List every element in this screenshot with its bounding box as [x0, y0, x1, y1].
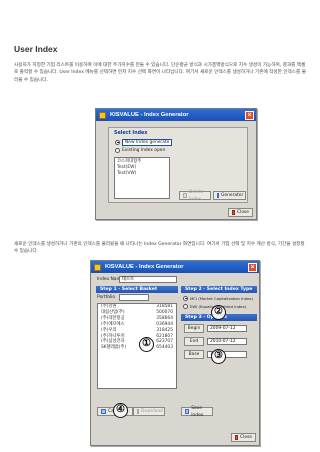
- intro-paragraph: 사용자가 지정한 기업 리스트를 이용하여 이에 대한 주가지수를 만들 수 있…: [14, 63, 306, 83]
- end-label: End: [184, 337, 204, 346]
- step-marker-4: ④: [113, 403, 128, 418]
- radio-new-index[interactable]: New Index generate: [115, 138, 173, 146]
- window-title: KISVALUE - Index Generator: [105, 264, 184, 270]
- radio-existing-index[interactable]: Existing Index open: [115, 147, 165, 153]
- generator-paragraph: 새로운 인덱스를 생성하거나 기존의 인덱스를 불러왔을 때 나타나는 Inde…: [14, 242, 305, 255]
- generate-icon: [217, 193, 219, 198]
- close-icon[interactable]: ×: [245, 110, 254, 120]
- calculate-icon: [101, 409, 106, 414]
- step-marker-3: ③: [211, 349, 226, 364]
- end-date-input[interactable]: 2010-07-12: [207, 338, 247, 345]
- generate-button[interactable]: Generator: [213, 191, 246, 200]
- step-marker-1: ①: [139, 337, 154, 352]
- index-list[interactable]: 코스피대형주 Test(EW) Test(VW): [114, 157, 170, 199]
- radio-label: MCI (Market Capitalization Index): [190, 295, 254, 301]
- radio-mci[interactable]: MCI (Market Capitalization Index): [183, 295, 253, 301]
- radio-selected-icon: [115, 139, 120, 145]
- step1-header: Step 1 - Select Basket: [96, 286, 178, 293]
- save-icon: [185, 409, 190, 414]
- close-icon[interactable]: ×: [248, 262, 257, 272]
- button-label: Close: [237, 210, 249, 215]
- base-label: Base: [184, 350, 204, 359]
- button-label: Delete Index: [188, 189, 204, 202]
- app-icon: [99, 111, 106, 119]
- button-label: Download: [141, 409, 163, 414]
- radio-icon: [115, 147, 120, 153]
- close-icon: [232, 210, 236, 215]
- download-button[interactable]: Download: [133, 407, 165, 416]
- step-marker-2: ②: [211, 305, 226, 320]
- portfolio-select[interactable]: [119, 294, 149, 301]
- radio-label: Existing Index open: [122, 147, 166, 153]
- delete-index-button[interactable]: Delete Index: [179, 189, 211, 202]
- radio-label: New Index generate: [122, 138, 173, 146]
- close-button[interactable]: Close: [231, 433, 256, 442]
- radio-selected-icon: [183, 295, 188, 301]
- delete-icon: [183, 193, 187, 198]
- button-label: Close: [240, 435, 252, 440]
- list-item[interactable]: Test(VW): [117, 171, 167, 177]
- index-select-window: KISVALUE - Index Generator × Select Inde…: [95, 108, 257, 220]
- begin-date-input[interactable]: 2009-07-12: [207, 325, 247, 332]
- button-label: Save Index: [191, 405, 204, 418]
- portfolio-label: Portfolio: [97, 295, 116, 300]
- index-generator-window: KISVALUE - Index Generator × Index Name …: [90, 260, 260, 446]
- window-title: KISVALUE - Index Generator: [110, 112, 189, 118]
- stock-list[interactable]: (주)강원 318581 대림산업(주) 500070 (주)대한항공 358664 …: [97, 303, 177, 389]
- close-icon: [235, 435, 239, 440]
- download-icon: [137, 409, 139, 414]
- begin-label: Begin: [184, 324, 204, 333]
- window-titlebar: KISVALUE - Index Generator ×: [91, 261, 259, 273]
- index-name-input[interactable]: 테스트: [119, 276, 177, 283]
- radio-icon: [183, 303, 188, 309]
- list-item[interactable]: SK텔레콤(주) 654403: [98, 345, 176, 351]
- app-icon: [94, 263, 101, 271]
- page-title: User Index: [14, 44, 58, 54]
- step2-header: Step 2 - Select Index Type: [181, 286, 257, 293]
- window-titlebar: KISVALUE - Index Generator ×: [96, 109, 256, 121]
- select-index-group: Select Index New Index generate Existing…: [108, 127, 248, 203]
- close-button[interactable]: Close: [228, 208, 253, 217]
- save-index-button[interactable]: Save Index: [181, 405, 213, 418]
- group-title: Select Index: [114, 131, 148, 136]
- button-label: Generator: [221, 193, 244, 198]
